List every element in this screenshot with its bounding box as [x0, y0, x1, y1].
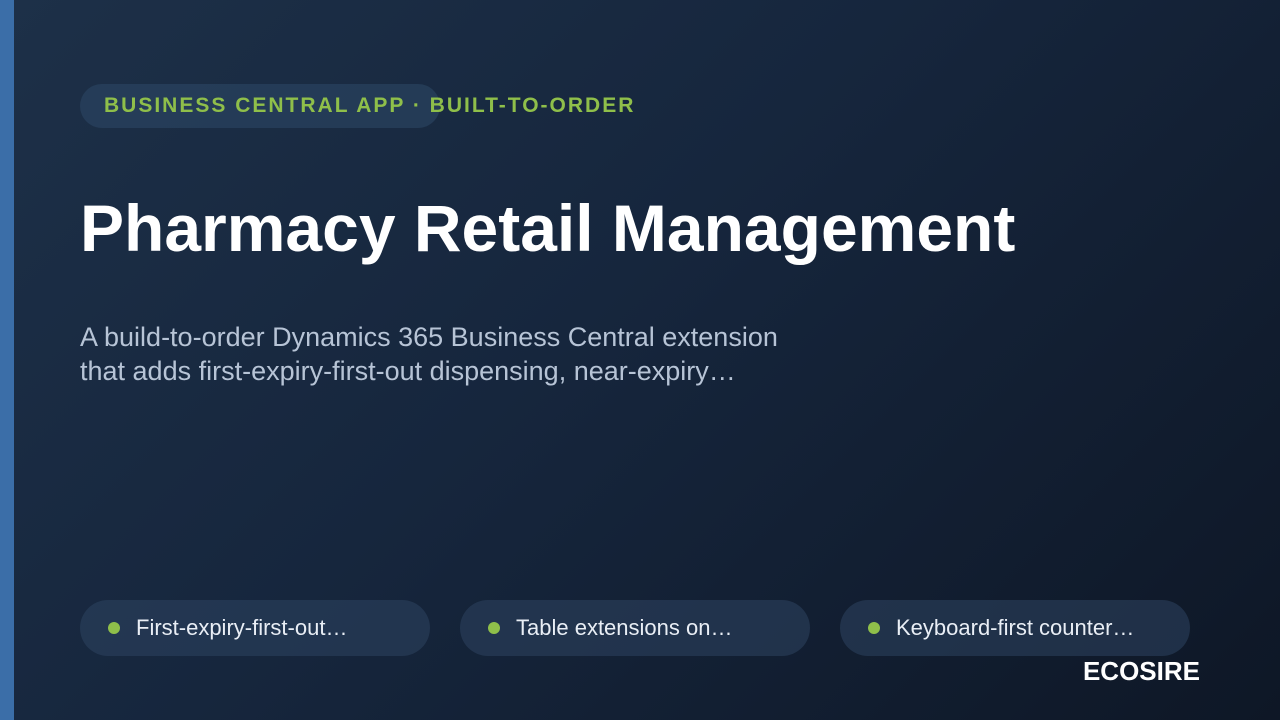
feature-label: First-expiry-first-out…: [136, 615, 348, 640]
bullet-dot-icon: [488, 622, 500, 634]
feature-pill-table-extensions: Table extensions on…: [460, 600, 810, 656]
feature-label: Keyboard-first counter…: [896, 615, 1135, 640]
bullet-dot-icon: [868, 622, 880, 634]
page-title: Pharmacy Retail Management: [80, 191, 1016, 265]
description-line-1: A build-to-order Dynamics 365 Business C…: [80, 322, 778, 352]
brand-logo: ECOSIRE: [1082, 656, 1200, 686]
feature-pill-fefo: First-expiry-first-out…: [80, 600, 430, 656]
left-accent-bar: [0, 0, 14, 720]
feature-pill-keyboard-counter: Keyboard-first counter…: [840, 600, 1190, 656]
description: A build-to-order Dynamics 365 Business C…: [80, 320, 820, 388]
bullet-dot-icon: [108, 622, 120, 634]
eyebrow-label: BUSINESS CENTRAL APP · BUILT-TO-ORDER: [104, 94, 636, 117]
description-line-2: that adds first-expiry-first-out dispens…: [80, 356, 736, 386]
feature-label: Table extensions on…: [516, 615, 733, 640]
